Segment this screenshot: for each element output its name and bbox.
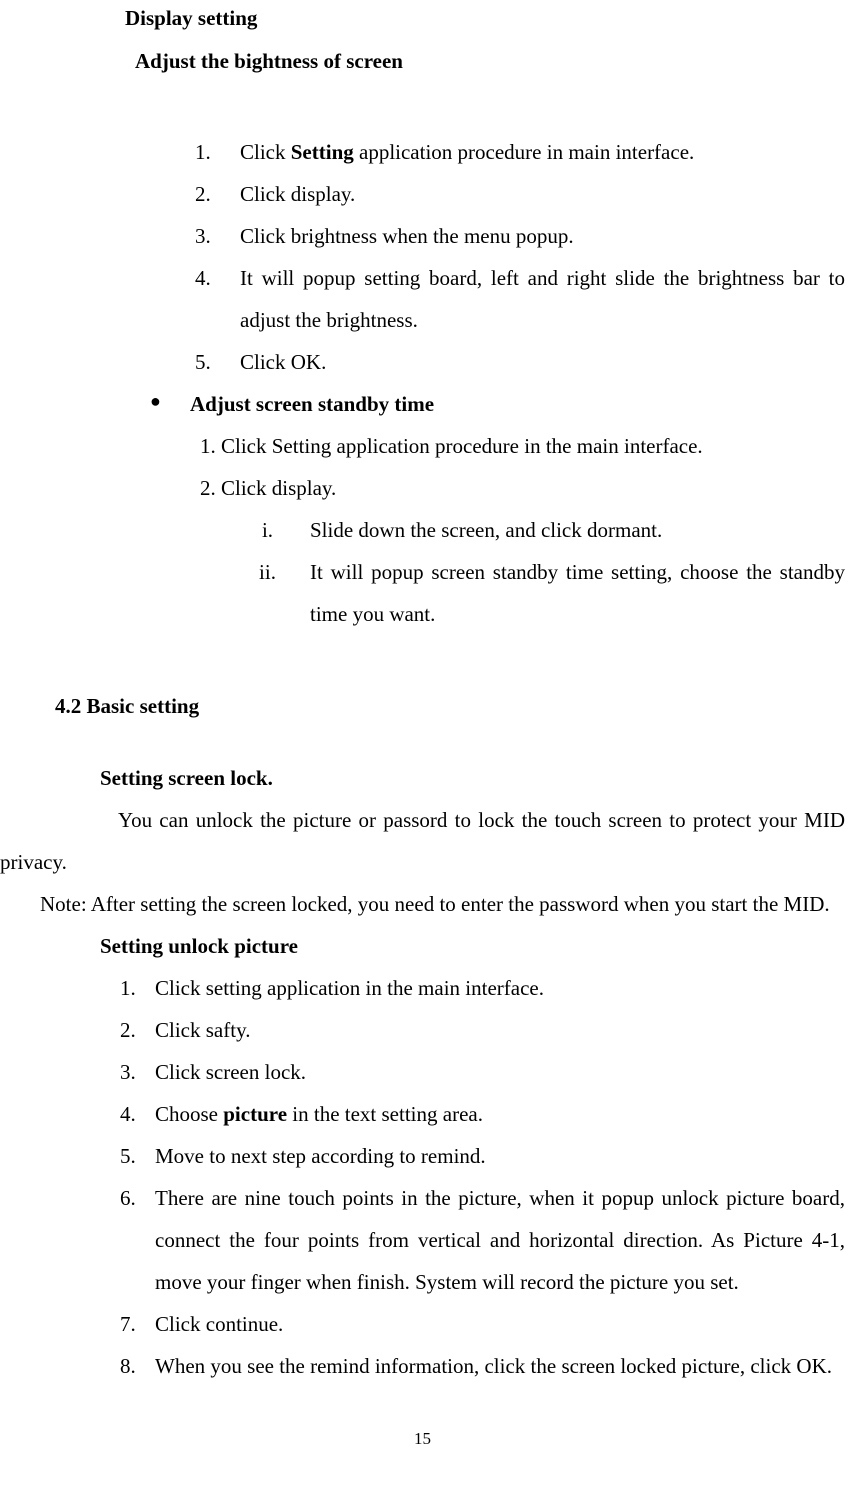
text-pre: Click (240, 140, 291, 164)
text-bold: Setting (291, 140, 354, 164)
step-text: Click continue. (155, 1303, 845, 1345)
step-number: 5. (155, 341, 240, 383)
step-1: 1. Click Setting application procedure i… (155, 131, 845, 173)
step-number: 1. (155, 131, 240, 173)
heading-adjust-brightness: Adjust the bightness of screen (135, 43, 845, 81)
paragraph-note: Note: After setting the screen locked, y… (0, 883, 845, 925)
step-number: 2. (80, 1009, 155, 1051)
unlock-step-4: 4. Choose picture in the text setting ar… (80, 1093, 845, 1135)
sub-step-1: 1. Click Setting application procedure i… (200, 425, 845, 467)
step-text: Move to next step according to remind. (155, 1135, 845, 1177)
step-number: 4. (155, 257, 240, 341)
step-text: Choose picture in the text setting area. (155, 1093, 845, 1135)
text-post: application procedure in main interface. (354, 140, 695, 164)
unlock-step-3: 3. Click screen lock. (80, 1051, 845, 1093)
bullet-adjust-standby: ● Adjust screen standby time (150, 383, 845, 425)
heading-unlock-picture: Setting unlock picture (100, 925, 845, 967)
unlock-step-1: 1. Click setting application in the main… (80, 967, 845, 1009)
step-number: 7. (80, 1303, 155, 1345)
step-text: There are nine touch points in the pictu… (155, 1177, 845, 1303)
roman-text: Slide down the screen, and click dormant… (310, 509, 845, 551)
unlock-step-7: 7. Click continue. (80, 1303, 845, 1345)
step-2: 2. Click display. (155, 173, 845, 215)
heading-screen-lock: Setting screen lock. (100, 757, 845, 799)
step-number: 1. (80, 967, 155, 1009)
roman-text: It will popup screen standby time settin… (310, 551, 845, 635)
unlock-steps-list: 1. Click setting application in the main… (80, 967, 845, 1387)
heading-basic-setting: 4.2 Basic setting (55, 685, 845, 727)
sub-step-2: 2. Click display. (200, 467, 845, 509)
step-number: 4. (80, 1093, 155, 1135)
roman-number: i. (225, 509, 310, 551)
bullet-icon: ● (150, 383, 190, 425)
step-text: It will popup setting board, left and ri… (240, 257, 845, 341)
step-number: 3. (155, 215, 240, 257)
paragraph-privacy: You can unlock the picture or passord to… (0, 799, 845, 883)
step-4: 4. It will popup setting board, left and… (155, 257, 845, 341)
roman-step-i: i. Slide down the screen, and click dorm… (225, 509, 845, 551)
step-5: 5. Click OK. (155, 341, 845, 383)
step-number: 3. (80, 1051, 155, 1093)
step-text: Click Setting application procedure in m… (240, 131, 845, 173)
step-number: 2. (155, 173, 240, 215)
step-number: 6. (80, 1177, 155, 1303)
step-text: Click safty. (155, 1009, 845, 1051)
step-text: Click screen lock. (155, 1051, 845, 1093)
unlock-step-8: 8. When you see the remind information, … (80, 1345, 845, 1387)
page-number: 15 (0, 1422, 845, 1456)
step-number: 8. (80, 1345, 155, 1387)
step-text: Click display. (240, 173, 845, 215)
step-text: Click setting application in the main in… (155, 967, 845, 1009)
roman-step-ii: ii. It will popup screen standby time se… (225, 551, 845, 635)
unlock-step-2: 2. Click safty. (80, 1009, 845, 1051)
step-text: Click brightness when the menu popup. (240, 215, 845, 257)
roman-number: ii. (225, 551, 310, 635)
step-3: 3. Click brightness when the menu popup. (155, 215, 845, 257)
heading-display-setting: Display setting (125, 0, 845, 38)
bullet-text: Adjust screen standby time (190, 383, 434, 425)
unlock-step-5: 5. Move to next step according to remind… (80, 1135, 845, 1177)
text-post: in the text setting area. (287, 1102, 483, 1126)
text-pre: Choose (155, 1102, 223, 1126)
page-content: Display setting Adjust the bightness of … (0, 0, 865, 1496)
step-text: Click OK. (240, 341, 845, 383)
step-number: 5. (80, 1135, 155, 1177)
step-text: When you see the remind information, cli… (155, 1345, 845, 1387)
text-bold: picture (223, 1102, 287, 1126)
roman-steps-list: i. Slide down the screen, and click dorm… (225, 509, 845, 635)
unlock-step-6: 6. There are nine touch points in the pi… (80, 1177, 845, 1303)
brightness-steps-list: 1. Click Setting application procedure i… (155, 131, 845, 383)
